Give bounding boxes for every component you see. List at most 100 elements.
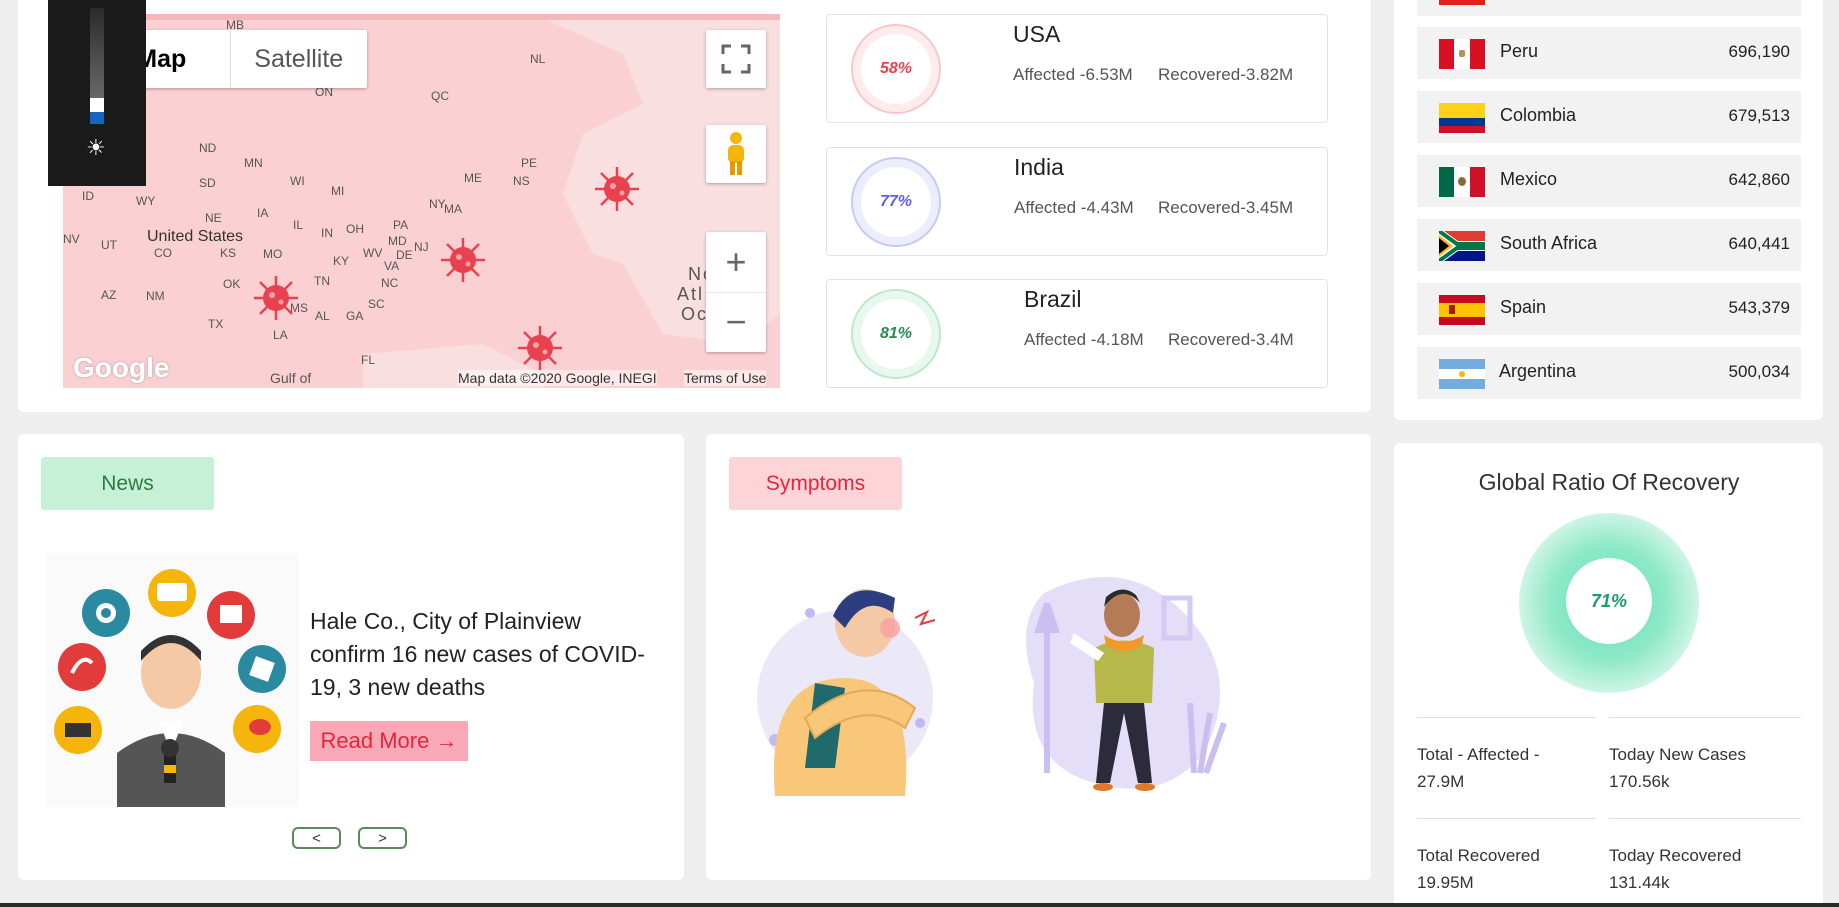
map-label: NL <box>530 52 546 66</box>
recovery-percent: 71% <box>1566 558 1652 644</box>
list-item[interactable]: Spain 543,379 <box>1417 283 1801 335</box>
map-label: MN <box>244 156 263 170</box>
flag-icon <box>1439 0 1485 5</box>
symptoms-tag[interactable]: Symptoms <box>729 457 902 510</box>
country-cases: 642,860 <box>1728 170 1790 189</box>
map-label: AZ <box>101 288 117 302</box>
google-logo[interactable]: Google <box>73 352 169 384</box>
map-label: ME <box>464 171 482 185</box>
map-label: WI <box>290 174 305 188</box>
map-label: NV <box>63 232 80 246</box>
news-next-button[interactable]: > <box>358 827 407 849</box>
brightness-slider[interactable]: ☀ <box>48 0 146 186</box>
today-recovered-value: 131.44k <box>1609 873 1670 892</box>
map-label: MO <box>263 247 283 261</box>
map-label: UT <box>101 238 117 252</box>
zoom-out-button[interactable]: − <box>706 293 766 352</box>
map-label: SC <box>368 297 385 311</box>
country-name: Mexico <box>1500 169 1558 189</box>
argentina-flag-icon <box>1439 359 1485 389</box>
list-item[interactable] <box>1417 0 1801 16</box>
percent-ring: 77% <box>851 157 941 247</box>
news-tag[interactable]: News <box>41 457 214 510</box>
map-label: PA <box>393 218 409 232</box>
terms-of-use-link[interactable]: Terms of Use <box>684 370 767 386</box>
map-label: OH <box>346 222 364 236</box>
recovery-title: Global Ratio Of Recovery <box>1478 469 1740 495</box>
symptom-sneeze-illustration <box>1026 577 1227 791</box>
map-label: CO <box>154 246 172 260</box>
recovered-value: Recovered-3.82M <box>1158 65 1294 84</box>
map-label: NE <box>205 211 222 225</box>
mexico-flag-icon <box>1439 167 1485 197</box>
virus-marker-icon[interactable] <box>436 233 490 287</box>
country-stat-card-usa[interactable]: 58% USA Affected -6.53M Recovered-3.82M <box>826 14 1328 123</box>
total-recovered-value: 19.95M <box>1417 873 1474 892</box>
bottom-edge <box>0 903 1839 907</box>
map-label: NJ <box>414 240 429 254</box>
brightness-fill <box>90 112 104 124</box>
virus-marker-icon[interactable] <box>249 271 303 325</box>
affected-value: Affected -4.43M <box>1014 198 1134 217</box>
list-item[interactable]: Colombia 679,513 <box>1417 91 1801 143</box>
south-africa-flag-icon <box>1439 231 1485 261</box>
recovered-value: Recovered-3.4M <box>1168 330 1294 349</box>
affected-value: Affected -4.18M <box>1024 330 1144 349</box>
list-item[interactable]: Peru 696,190 <box>1417 27 1801 79</box>
list-item[interactable]: South Africa 640,441 <box>1417 219 1801 271</box>
total-affected: Total - Affected - 27.9M <box>1417 745 1540 791</box>
map-label: AL <box>315 309 330 323</box>
read-more-button[interactable]: Read More → <box>310 721 468 761</box>
sun-icon: ☀ <box>86 135 106 160</box>
fullscreen-button[interactable] <box>706 30 766 88</box>
fullscreen-icon <box>721 44 751 74</box>
country-name: South Africa <box>1500 233 1598 253</box>
news-headline[interactable]: Hale Co., City of Plainview confirm 16 n… <box>310 605 655 704</box>
zoom-control: + − <box>706 232 766 352</box>
street-view-button[interactable] <box>706 125 766 183</box>
map-type-satellite-button[interactable]: Satellite <box>229 30 368 88</box>
map-label: VA <box>384 259 400 273</box>
divider <box>1609 818 1801 819</box>
country-stat-card-brazil[interactable]: 81% Brazil Affected -4.18M Recovered-3.4… <box>826 279 1328 388</box>
map-label: Gulf of <box>270 370 312 386</box>
brightness-knob[interactable] <box>90 98 104 112</box>
news-reporter-illustration <box>47 553 299 807</box>
country-name: Brazil <box>1024 286 1082 312</box>
map-label-country: United States <box>147 228 244 245</box>
zoom-in-button[interactable]: + <box>706 233 766 293</box>
map-label: FL <box>361 353 376 367</box>
map-label: ID <box>82 189 94 203</box>
map-label: IL <box>293 218 304 232</box>
map-label: IN <box>321 226 333 240</box>
map-label: Oc <box>681 304 709 324</box>
country-cases: 679,513 <box>1728 106 1790 125</box>
country-name: Colombia <box>1500 105 1577 125</box>
colombia-flag-icon <box>1439 103 1485 133</box>
map-label: KY <box>333 254 350 268</box>
divider <box>1609 717 1801 718</box>
map-label: GA <box>346 309 364 323</box>
list-item[interactable]: Argentina 500,034 <box>1417 347 1801 399</box>
percent-ring: 58% <box>851 24 941 114</box>
virus-marker-icon[interactable] <box>590 162 644 216</box>
country-name: Spain <box>1500 297 1547 317</box>
map-label: MI <box>331 184 345 198</box>
map-label: NM <box>146 289 165 303</box>
today-recovered-label: Today Recovered <box>1609 846 1742 865</box>
country-cases: 640,441 <box>1728 234 1790 253</box>
map-label: WV <box>363 246 383 260</box>
map-label: NS <box>513 174 530 188</box>
map-label: TN <box>314 274 330 288</box>
country-stat-card-india[interactable]: 77% India Affected -4.43M Recovered-3.45… <box>826 147 1328 256</box>
map-label: QC <box>431 89 449 103</box>
today-new-cases-label: Today New Cases <box>1609 745 1747 764</box>
list-item[interactable]: Mexico 642,860 <box>1417 155 1801 207</box>
country-name: USA <box>1013 21 1061 47</box>
percent-ring: 81% <box>851 289 941 379</box>
affected-value: Affected -6.53M <box>1013 65 1133 84</box>
map-label: Atl <box>677 284 705 304</box>
news-prev-button[interactable]: < <box>292 827 341 849</box>
virus-marker-icon[interactable] <box>513 321 567 375</box>
map-label: WY <box>136 194 156 208</box>
